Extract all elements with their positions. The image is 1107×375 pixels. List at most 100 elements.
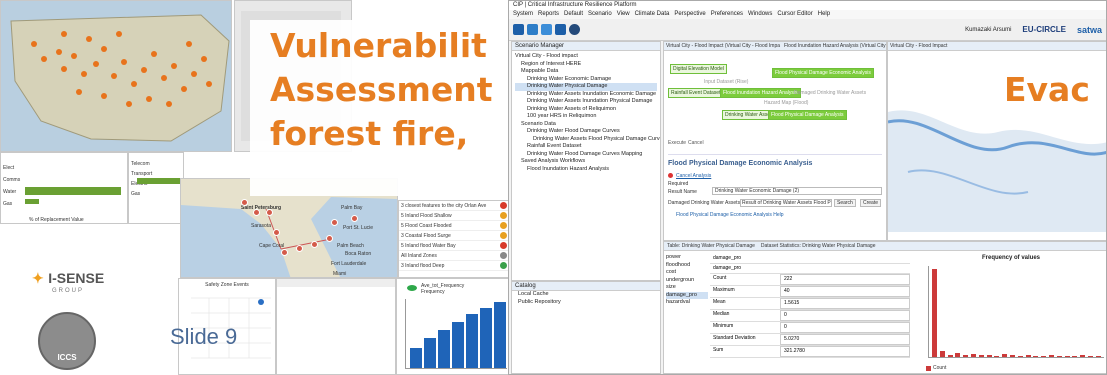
iccs-text: ICCS [57, 353, 77, 362]
damaged-assets-label: Damaged Drinking Water Assets [668, 200, 741, 206]
facility-dot [71, 53, 77, 59]
hist-legend-swatch [926, 366, 931, 371]
hazard-list-panel: 3 closest features to the city Orlan Ave… [398, 200, 510, 278]
tab-table[interactable]: Table: Drinking Water Physical Damage [664, 242, 758, 250]
tab-workflow-flood[interactable]: Virtual City - Flood Impact (Virtual Cit… [664, 42, 782, 50]
damage-bar-small [25, 199, 39, 204]
menu-item-6[interactable]: Perspective [674, 10, 705, 19]
histogram-bar [971, 354, 976, 357]
histogram-bar [1033, 356, 1039, 357]
map-label-7: Fort Lauderdale [331, 261, 367, 267]
result-name-input[interactable] [712, 187, 882, 195]
field-item[interactable]: damage_pro [666, 291, 708, 299]
tree-item[interactable]: Virtual City - Flood impact [515, 53, 657, 61]
legend-b: Frequency [421, 289, 445, 295]
field-item[interactable]: size [666, 284, 708, 292]
menu-item-8[interactable]: Windows [748, 10, 772, 19]
tab-scenario-manager[interactable]: Scenario Manager [512, 42, 660, 51]
list-item-label: 5 Inland Flood Shallow [401, 212, 452, 219]
list-item: 5 Flood Coast Flooded [399, 221, 509, 231]
node-rainfall[interactable]: Rainfall Event Dataset [668, 88, 724, 98]
list-item: All Inland Zones [399, 251, 509, 261]
tree-item[interactable]: Drinking Water Physical Damage [515, 83, 657, 91]
cancel-analysis-link[interactable]: Cancel Analysis [676, 173, 711, 179]
map-label-4: Port St. Lucie [343, 225, 374, 231]
tab-catalog[interactable]: Catalog [512, 282, 660, 291]
catalog-item-public[interactable]: Public Repository [512, 299, 660, 307]
tree-item[interactable]: Drinking Water Flood Damage Curves [515, 128, 657, 136]
create-button[interactable]: Create [860, 199, 882, 207]
node-inundation[interactable]: Flood Inundation Hazard Analysis [720, 88, 801, 98]
histogram-bar [963, 355, 969, 357]
tree-item[interactable]: Drinking Water Assets Inundation Physica… [515, 98, 657, 106]
tab-workflow-inundation[interactable]: Flood Inundation Hazard Analysis (Virtua… [782, 42, 886, 50]
cancel-analysis-icon [668, 173, 673, 178]
histogram-bar [947, 355, 953, 357]
node-physical[interactable]: Flood Physical Damage Analysis [768, 110, 847, 120]
map-marker [281, 249, 288, 256]
menu-item-3[interactable]: Scenario [588, 10, 612, 19]
tree-item[interactable]: Drinking Water Economic Damage [515, 76, 657, 84]
legend-circle [407, 285, 417, 291]
tree-item[interactable]: Region of Interest HERE [515, 61, 657, 69]
r-bar [137, 178, 183, 184]
menu-item-7[interactable]: Preferences [711, 10, 743, 19]
globe-icon[interactable] [569, 24, 580, 35]
histogram-chart [928, 266, 1104, 358]
stat-label: Standard Deviation [713, 335, 756, 341]
tree-item[interactable]: Saved Analysis Workflows [515, 158, 657, 166]
menu-item-1[interactable]: Reports [538, 10, 559, 19]
menu-item-5[interactable]: Climate Data [635, 10, 670, 19]
search-button[interactable]: Search [834, 199, 856, 207]
catalog-item-local[interactable]: Local Cache [512, 291, 660, 299]
field-item[interactable]: hazardval [666, 299, 708, 307]
tree-item[interactable]: Drinking Water Assets of Reliquimon [515, 106, 657, 114]
menu-bar: System Reports Default Scenario View Climate … [509, 10, 1106, 19]
field-item[interactable]: cost [666, 269, 708, 277]
facility-dot [56, 49, 62, 55]
scatter-point [258, 299, 264, 305]
execute-button[interactable]: Execute [668, 140, 686, 146]
table-icon[interactable] [555, 24, 566, 35]
stat-label: Sum [713, 347, 724, 353]
stat-value: 0 [780, 310, 910, 321]
stats-header-2: damage_pro [713, 265, 742, 271]
map-label-1: Sarasota [251, 223, 272, 229]
tree-item[interactable]: 100 year HRS in Reliquimon [515, 113, 657, 121]
tree-item[interactable]: Mappable Data [515, 68, 657, 76]
window-title: CIP | Critical Infrastructure Resilience… [509, 1, 1106, 10]
cancel-button[interactable]: Cancel [688, 140, 704, 146]
node-economic[interactable]: Flood Physical Damage Economic Analysis [772, 68, 874, 78]
edge-label-0: Input Dataset (Rise) [704, 79, 749, 85]
scenario-manager: Scenario Manager Virtual City - Flood im… [511, 41, 661, 281]
menu-item-10[interactable]: Help [818, 10, 830, 19]
map-marker [311, 241, 318, 248]
field-item[interactable]: undergroun [666, 277, 708, 285]
partner-satwa: satwa [1076, 24, 1102, 35]
tree-item[interactable]: Drinking Water Assets Inundation Economi… [515, 91, 657, 99]
map-icon[interactable] [541, 24, 552, 35]
tree-item[interactable]: Drinking Water Assets Flood Physical Dam… [515, 136, 660, 144]
tree-item[interactable]: Drinking Water Flood Damage Curves Mappi… [515, 151, 657, 159]
menu-item-2[interactable]: Default [564, 10, 583, 19]
tab-dataset-stats[interactable]: Dataset Statistics: Drinking Water Physi… [758, 242, 879, 250]
map-label-3: Palm Bay [341, 205, 363, 211]
tree-item[interactable]: Flood Inundation Hazard Analysis [515, 166, 657, 174]
run-icon[interactable] [527, 24, 538, 35]
menu-item-0[interactable]: System [513, 10, 533, 19]
help-link[interactable]: Flood Physical Damage Economic Analysis … [676, 212, 784, 218]
field-item[interactable]: power [666, 254, 708, 262]
blue-bar-panel: Ave_tot_Frequency Frequency [396, 278, 510, 375]
tab-city-map[interactable]: Virtual City - Flood Impact [888, 42, 1106, 51]
bar-label-0: Elect [3, 165, 15, 171]
facility-dot [151, 51, 157, 57]
damaged-assets-select[interactable]: Result of Drinking Water Assets Flood Ph… [740, 199, 832, 207]
gear-icon[interactable] [513, 24, 524, 35]
list-item-label: All Inland Zones [401, 252, 437, 259]
node-dem[interactable]: Digital Elevation Model [670, 64, 727, 74]
menu-item-4[interactable]: View [617, 10, 630, 19]
tree-item[interactable]: Scenario Data [515, 121, 657, 129]
tree-item[interactable]: Rainfall Event Dataset [515, 143, 657, 151]
field-item[interactable]: floodhood [666, 262, 708, 270]
menu-item-9[interactable]: Cursor Editor [777, 10, 812, 19]
